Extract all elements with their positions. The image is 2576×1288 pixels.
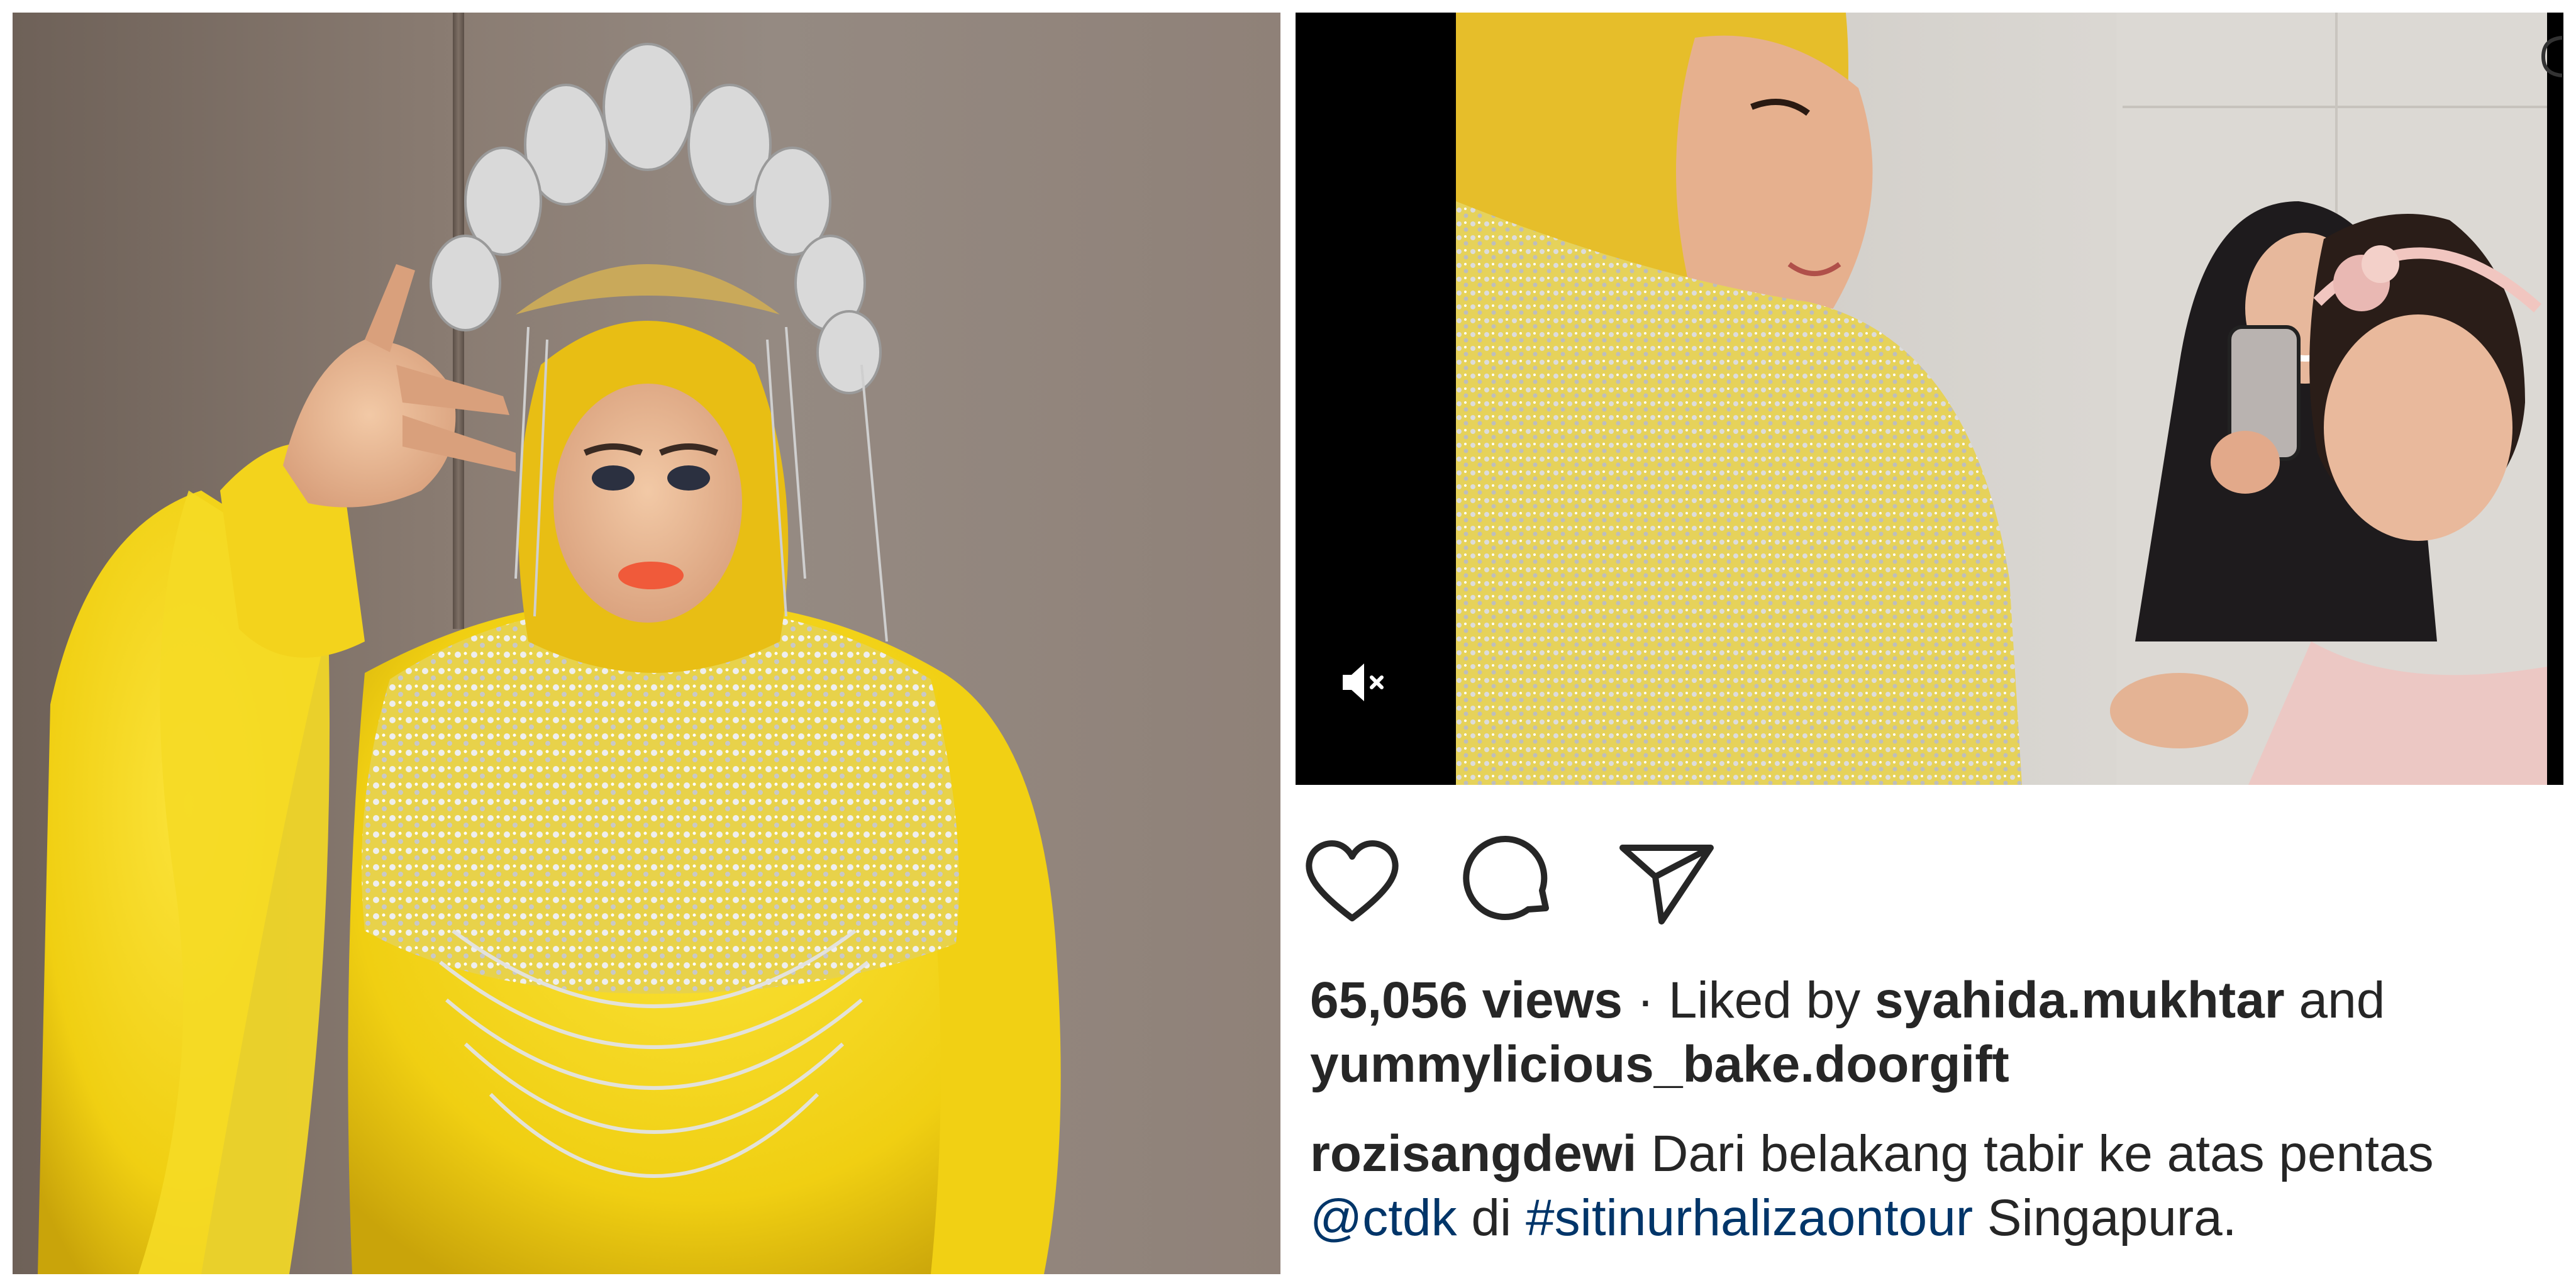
video-corner-indicator <box>2538 31 2563 82</box>
paper-plane-icon <box>1616 845 1717 933</box>
liked-by-prefix: Liked by <box>1668 972 1875 1029</box>
like-button[interactable] <box>1302 830 1402 931</box>
caption-text-3: Singapura. <box>1973 1189 2237 1246</box>
mention-link[interactable]: @ctdk <box>1310 1189 1457 1246</box>
separator: · <box>1622 972 1668 1029</box>
instagram-post: 65,056 views · Liked by syahida.mukhtar … <box>1296 13 2563 1274</box>
liker-username-1[interactable]: syahida.mukhtar <box>1875 972 2285 1029</box>
speaker-muted-icon <box>1338 657 1388 711</box>
share-button[interactable] <box>1616 830 1717 931</box>
caption-block: rozisangdewi Dari belakang tabir ke atas… <box>1310 1122 2543 1250</box>
video-scene <box>1456 13 2547 785</box>
video-frame <box>1456 13 2547 785</box>
caption-text-2: di <box>1457 1189 1526 1246</box>
heart-icon <box>1302 840 1402 933</box>
caption-text-1: Dari belakang tabir ke atas pentas <box>1636 1125 2434 1182</box>
caption-username[interactable]: rozisangdewi <box>1310 1125 1636 1182</box>
post-meta: 65,056 views · Liked by syahida.mukhtar … <box>1310 969 2543 1250</box>
likes-block: 65,056 views · Liked by syahida.mukhtar … <box>1310 969 2543 1097</box>
views-count[interactable]: 65,056 views <box>1310 972 1623 1029</box>
comment-bubble-icon <box>1459 836 1560 933</box>
mute-button[interactable] <box>1328 649 1397 718</box>
portrait-illustration <box>38 43 1061 1274</box>
post-actions <box>1302 830 1805 931</box>
and-word: and <box>2284 972 2385 1029</box>
liker-username-2[interactable]: yummylicious_bake.doorgift <box>1310 1036 2009 1093</box>
portrait-photo <box>13 13 1280 1274</box>
hashtag-link[interactable]: #sitinurhalizaontour <box>1526 1189 1973 1246</box>
video-player[interactable] <box>1296 13 2563 785</box>
comment-button[interactable] <box>1459 830 1560 931</box>
